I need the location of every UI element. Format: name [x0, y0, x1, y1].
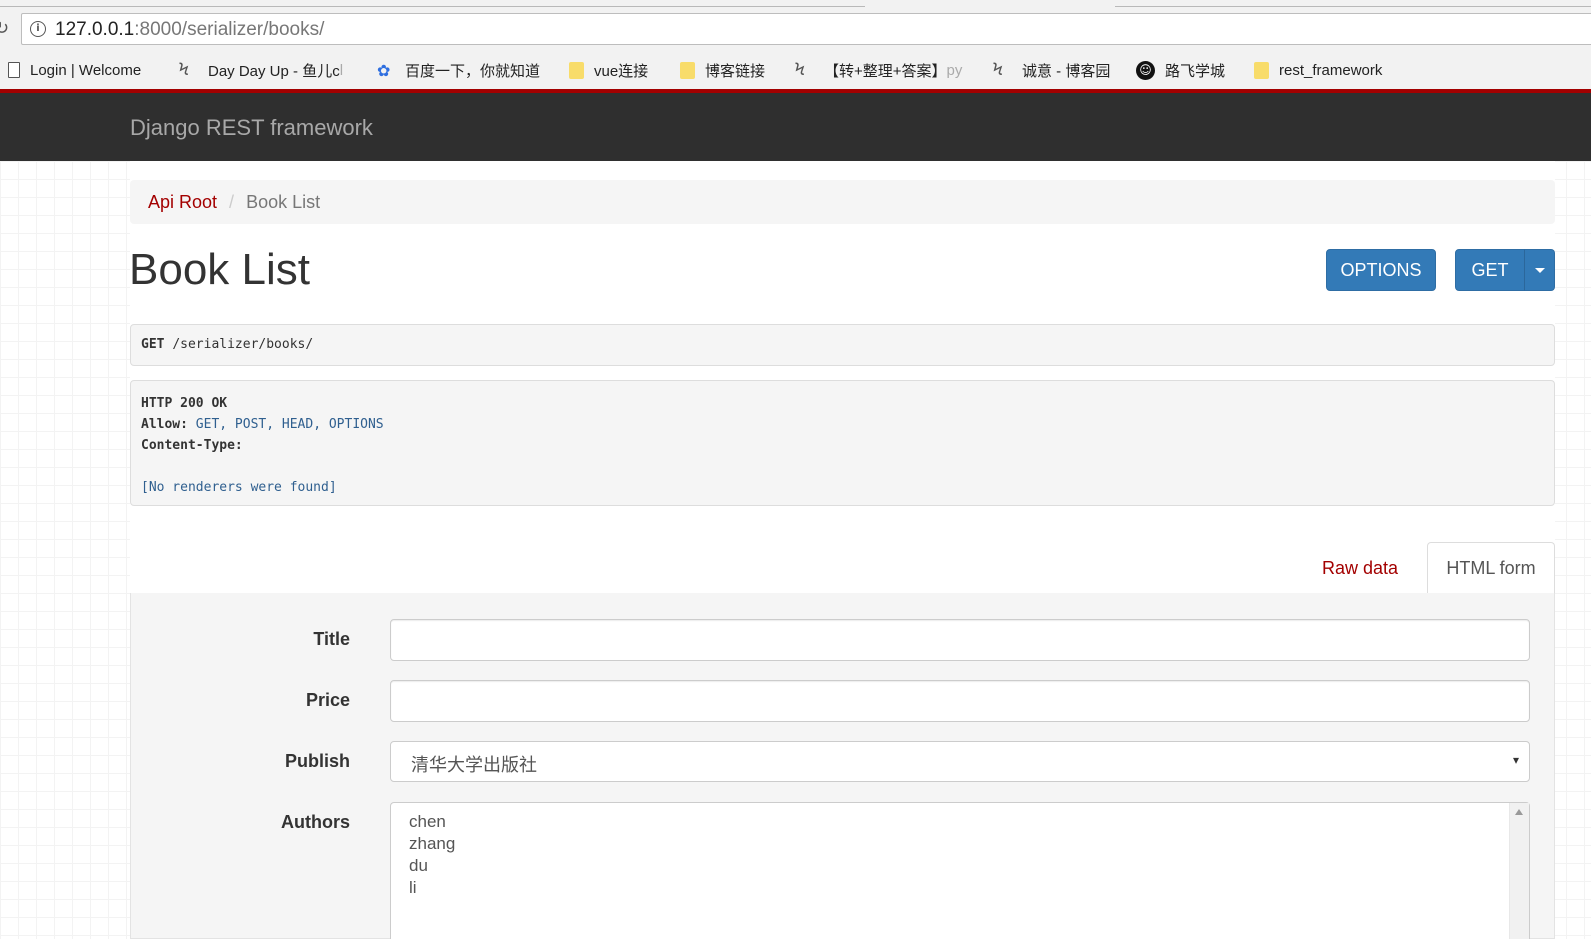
page-icon	[8, 62, 20, 78]
bookmark-login[interactable]: Login | Welcome	[8, 59, 141, 81]
authors-scrollbar[interactable]	[1509, 803, 1529, 939]
folder-icon	[1254, 61, 1269, 79]
title-input[interactable]	[390, 619, 1530, 661]
bookmark-vue[interactable]: vue连接	[569, 59, 648, 81]
bookmark-label: 博客链接	[705, 62, 766, 80]
get-button[interactable]: GET	[1455, 249, 1525, 291]
response-info: HTTP 200 OK Allow: GET, POST, HEAD, OPTI…	[130, 380, 1555, 506]
title-label: Title	[313, 629, 350, 649]
url-text[interactable]: 127.0.0.1:8000/serializer/books/	[55, 19, 324, 41]
author-option[interactable]: li	[409, 877, 1511, 899]
scroll-up-icon[interactable]	[1515, 809, 1523, 815]
tab-raw-data[interactable]: Raw data	[1310, 542, 1410, 594]
bookmark-label: vue连接	[594, 62, 649, 80]
address-bar: ↻ i 127.0.0.1:8000/serializer/books/	[0, 8, 1591, 52]
bookmark-chengyi[interactable]: Ϟ 诚意 - 博客园	[992, 59, 1110, 81]
bookmark-answers[interactable]: Ϟ 【转+整理+答案】 py	[794, 59, 962, 81]
bookmark-label-fade: l	[339, 61, 344, 79]
authors-multiselect[interactable]: chen zhang du li	[390, 802, 1530, 939]
browser-tab[interactable]	[1115, 0, 1591, 7]
folder-icon	[680, 61, 695, 79]
author-option[interactable]: chen	[409, 811, 1511, 833]
breadcrumb: Api Root / Book List	[130, 180, 1555, 224]
page-title: Book List	[129, 245, 310, 294]
swirl-icon: Ϟ	[992, 60, 1004, 80]
url-path: :8000/serializer/books/	[134, 19, 325, 40]
price-input[interactable]	[390, 680, 1530, 722]
navbar-brand[interactable]: Django REST framework	[130, 115, 373, 141]
breadcrumb-current: Book List	[246, 191, 321, 212]
browser-tab[interactable]	[0, 0, 400, 7]
folder-icon	[569, 61, 584, 79]
publish-select[interactable]: 清华大学出版社 ▾	[390, 741, 1530, 782]
allow-header-label: Allow:	[141, 417, 188, 432]
bookmark-label: 路飞学城	[1165, 62, 1226, 80]
price-label: Price	[305, 690, 350, 710]
breadcrumb-api-root[interactable]: Api Root	[148, 192, 217, 213]
response-status: HTTP 200 OK	[141, 396, 228, 411]
info-icon[interactable]: i	[30, 21, 46, 37]
bookmark-blog-links[interactable]: 博客链接	[680, 59, 765, 81]
url-host: 127.0.0.1	[55, 19, 135, 40]
omnibox[interactable]: i 127.0.0.1:8000/serializer/books/	[21, 13, 1591, 45]
bookmark-day-day-up[interactable]: Ϟ Day Day Up - 鱼儿c l	[178, 59, 343, 81]
request-path: /serializer/books/	[172, 337, 314, 352]
browser-tabstrip	[0, 0, 1591, 8]
publish-selected-value: 清华大学出版社	[411, 755, 537, 775]
bookmark-label: Day Day Up - 鱼儿c	[208, 62, 340, 80]
breadcrumb-separator: /	[229, 191, 235, 212]
swirl-icon: Ϟ	[178, 60, 190, 80]
navbar: Django REST framework	[0, 89, 1591, 161]
bookmark-label: Login | Welcome	[30, 61, 142, 79]
request-info: GET /serializer/books/	[130, 324, 1555, 366]
get-format-dropdown-button[interactable]	[1524, 249, 1555, 291]
browser-tab[interactable]	[640, 0, 865, 7]
bookmark-rest-framework[interactable]: rest_framework	[1254, 59, 1382, 81]
content-type-header-label: Content-Type:	[141, 438, 243, 453]
publish-label: Publish	[284, 751, 350, 771]
response-body: [No renderers were found]	[141, 480, 337, 495]
bookmark-label: 诚意 - 博客园	[1022, 62, 1111, 80]
swirl-icon: Ϟ	[794, 60, 806, 80]
bookmark-label: rest_framework	[1279, 61, 1383, 79]
reload-icon[interactable]: ↻	[0, 17, 14, 41]
content-tabs: Raw data HTML form	[130, 542, 1555, 595]
authors-label: Authors	[281, 812, 350, 832]
caret-down-icon	[1534, 267, 1545, 273]
options-button[interactable]: OPTIONS	[1326, 249, 1436, 291]
select-arrow-icon: ▾	[1512, 753, 1519, 767]
bookmark-luffy[interactable]: ☺ 路飞学城	[1136, 59, 1225, 81]
allow-header-value: GET, POST, HEAD, OPTIONS	[195, 417, 384, 432]
tab-html-form[interactable]: HTML form	[1427, 542, 1555, 595]
browser-tab[interactable]	[400, 0, 640, 7]
paw-icon: ✿	[377, 60, 391, 80]
bookmark-label-fade: py	[946, 61, 963, 79]
author-option[interactable]: zhang	[409, 833, 1511, 855]
bookmark-baidu[interactable]: ✿ 百度一下，你就知道	[377, 59, 540, 81]
bookmark-label: 百度一下，你就知道	[405, 62, 541, 80]
runner-icon: ☺	[1136, 60, 1155, 80]
author-option[interactable]: du	[409, 855, 1511, 877]
request-method: GET	[141, 337, 165, 352]
bookmark-label: 【转+整理+答案】	[824, 62, 947, 80]
bookmarks-bar: Login | Welcome Ϟ Day Day Up - 鱼儿c l ✿ 百度…	[0, 52, 1591, 89]
